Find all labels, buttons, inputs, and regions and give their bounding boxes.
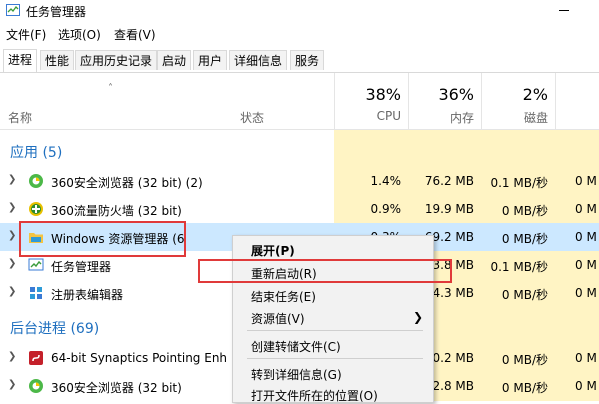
network-cell: 0 M [575,286,597,300]
synaptics-icon [29,351,43,365]
disk-cell: 0 MB/秒 [501,288,548,302]
header-memory[interactable]: 36% 内存 [408,73,482,129]
section-apps: 应用 (5) [10,145,63,161]
header-network[interactable] [555,73,599,129]
network-cell: 0 M [575,202,597,216]
process-name: 注册表编辑器 [51,288,124,302]
column-header: ˄ 名称 状态 38% CPU 36% 内存 2% 磁盘 [0,73,599,130]
tab-bar: 进程 性能 应用历史记录 启动 用户 详细信息 服务 [0,48,599,73]
tab-processes[interactable]: 进程 [3,49,38,72]
network-cell: 0 M [575,230,597,244]
browser-icon [29,379,43,393]
menu-view[interactable]: 查看(V) [114,26,156,43]
submenu-arrow-icon: ❯ [412,310,423,324]
process-name: 任务管理器 [51,260,112,274]
cpu-cell: 0.9% [370,202,402,216]
header-status[interactable]: 状态 [240,109,264,126]
menu-file[interactable]: 文件(F) [6,26,46,43]
cpu-label: CPU [376,109,401,123]
title-bar: 任务管理器 [0,0,599,22]
minimize-button[interactable] [549,0,595,22]
tab-users[interactable]: 用户 [193,50,228,70]
firewall-icon [29,202,43,216]
memory-cell: 76.2 MB [424,174,474,188]
disk-label: 磁盘 [523,111,548,125]
chevron-right-icon[interactable]: ❯ [8,258,16,269]
tab-services[interactable]: 服务 [290,50,325,70]
table-row[interactable]: ❯ 360安全浏览器 (32 bit) (2) 1.4% 76.2 MB 0.1… [0,167,599,195]
memory-cell: 4.3 MB [432,286,474,300]
cpu-percent: 38% [365,85,401,104]
network-cell: 0 M [575,258,597,272]
disk-cell: 0 MB/秒 [501,204,548,218]
header-disk[interactable]: 2% 磁盘 [481,73,556,129]
taskmgr-icon [28,258,44,271]
chevron-right-icon[interactable]: ❯ [8,230,16,241]
header-cpu[interactable]: 38% CPU [334,73,409,129]
chevron-right-icon[interactable]: ❯ [8,286,16,297]
menu-item-go-details[interactable]: 转到详细信息(G) [251,366,342,383]
table-row[interactable]: ❯ 360流量防火墙 (32 bit) 0.9% 19.9 MB 0 MB/秒 … [0,195,599,223]
disk-cell: 0 MB/秒 [501,381,548,395]
menu-item-end-task[interactable]: 结束任务(E) [251,288,316,305]
annotation-box-restart [198,259,452,283]
sort-up-icon[interactable]: ˄ [108,83,113,94]
disk-cell: 0 MB/秒 [501,232,548,246]
menu-item-resource-values[interactable]: 资源值(V) [251,310,305,327]
chevron-right-icon[interactable]: ❯ [8,174,16,185]
menu-item-create-dump[interactable]: 创建转储文件(C) [251,338,341,355]
network-cell: 0 M [575,379,597,393]
tab-startup[interactable]: 启动 [157,50,192,70]
process-name: 360安全浏览器 (32 bit) [51,381,182,395]
disk-cell: 0.1 MB/秒 [490,260,548,274]
disk-percent: 2% [522,85,548,104]
disk-cell: 0.1 MB/秒 [490,176,548,190]
chevron-right-icon[interactable]: ❯ [8,351,16,362]
memory-percent: 36% [438,85,474,104]
memory-label: 内存 [449,111,474,125]
process-name: 360流量防火墙 (32 bit) [51,204,182,218]
chevron-right-icon[interactable]: ❯ [8,379,16,390]
regedit-icon [30,287,42,299]
menu-separator [247,358,423,359]
tab-performance[interactable]: 性能 [40,50,75,70]
memory-cell: 19.9 MB [424,202,474,216]
header-name[interactable]: 名称 [8,109,32,126]
menu-item-expand[interactable]: 展开(P) [251,242,295,259]
disk-cell: 0 MB/秒 [501,353,548,367]
network-cell: 0 M [575,351,597,365]
menu-separator [247,330,423,331]
cpu-cell: 1.4% [370,174,402,188]
tab-details[interactable]: 详细信息 [229,50,288,70]
minimize-icon [559,10,569,11]
menu-item-open-location[interactable]: 打开文件所在的位置(O) [251,387,378,404]
menu-options[interactable]: 选项(O) [58,26,101,43]
annotation-box-row [19,221,186,257]
network-cell: 0 M [575,174,597,188]
task-manager-icon [6,4,20,16]
section-background: 后台进程 (69) [10,321,100,337]
process-name: 360安全浏览器 (32 bit) (2) [51,176,203,190]
tab-app-history[interactable]: 应用历史记录 [75,50,158,70]
chevron-right-icon[interactable]: ❯ [8,202,16,213]
browser-icon [29,174,43,188]
memory-cell: 2.8 MB [432,379,474,393]
memory-cell: 0.2 MB [432,351,474,365]
window-title: 任务管理器 [26,5,87,19]
process-name: 64-bit Synaptics Pointing Enh [51,351,228,365]
